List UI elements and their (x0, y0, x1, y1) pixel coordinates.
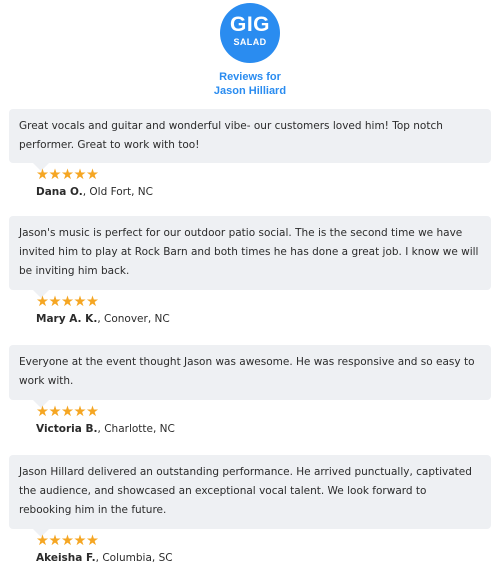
review-text: Jason's music is perfect for our outdoor… (9, 216, 491, 298)
star-icon: ★ (36, 404, 49, 420)
header: GIG SALAD Reviews for Jason Hilliard (0, 0, 500, 100)
star-icon: ★ (61, 294, 74, 310)
star-rating: ★★★★★ (36, 533, 491, 549)
star-icon: ★ (36, 533, 49, 549)
star-icon: ★ (36, 167, 49, 183)
star-rating: ★★★★★ (36, 404, 491, 420)
review-card: Jason's music is perfect for our outdoor… (9, 216, 491, 326)
star-icon: ★ (73, 167, 87, 183)
reviewer-name: Victoria B. (36, 423, 98, 435)
logo-text-top: GIG (229, 13, 270, 36)
review-card: Jason Hillard delivered an outstanding p… (9, 455, 491, 565)
star-icon: ★ (86, 533, 99, 549)
reviewer-name: Mary A. K. (36, 313, 98, 325)
review-text: Great vocals and guitar and wonderful vi… (9, 109, 491, 171)
review-text: Everyone at the event thought Jason was … (9, 345, 491, 408)
star-icon: ★ (48, 294, 62, 310)
star-icon: ★ (86, 404, 99, 420)
page-title-performer[interactable]: Jason Hilliard (0, 84, 500, 98)
reviewer-info: Mary A. K., Conover, NC (36, 313, 170, 325)
reviewer-info: Dana O., Old Fort, NC (36, 186, 153, 198)
reviewer-name: Dana O. (36, 186, 83, 198)
star-icon: ★ (86, 167, 99, 183)
reviewer-location: Columbia, SC (102, 552, 173, 564)
review-card: Everyone at the event thought Jason was … (9, 345, 491, 436)
star-icon: ★ (73, 294, 87, 310)
reviewer-location: Old Fort, NC (89, 186, 153, 198)
star-icon: ★ (61, 533, 74, 549)
star-icon: ★ (36, 294, 49, 310)
star-icon: ★ (48, 404, 62, 420)
reviewer-location: Charlotte, NC (104, 423, 175, 435)
reviewer-name: Akeisha F. (36, 552, 96, 564)
star-icon: ★ (86, 294, 99, 310)
star-icon: ★ (61, 404, 74, 420)
logo-text-bottom: SALAD (233, 37, 267, 47)
reviewer-location: Conover, NC (104, 313, 170, 325)
review-text: Jason Hillard delivered an outstanding p… (9, 455, 491, 537)
page-title-line1: Reviews for (219, 71, 281, 83)
star-icon: ★ (73, 404, 87, 420)
star-rating: ★★★★★ (36, 167, 491, 183)
star-rating: ★★★★★ (36, 294, 491, 310)
star-icon: ★ (48, 533, 62, 549)
star-icon: ★ (73, 533, 87, 549)
gigsalad-logo[interactable]: GIG SALAD (220, 3, 280, 63)
reviewer-info: Akeisha F., Columbia, SC (36, 552, 173, 564)
review-card: Great vocals and guitar and wonderful vi… (9, 109, 491, 199)
reviewer-info: Victoria B., Charlotte, NC (36, 423, 175, 435)
star-icon: ★ (61, 167, 74, 183)
page-title: Reviews for Jason Hilliard (0, 70, 500, 98)
star-icon: ★ (48, 167, 62, 183)
